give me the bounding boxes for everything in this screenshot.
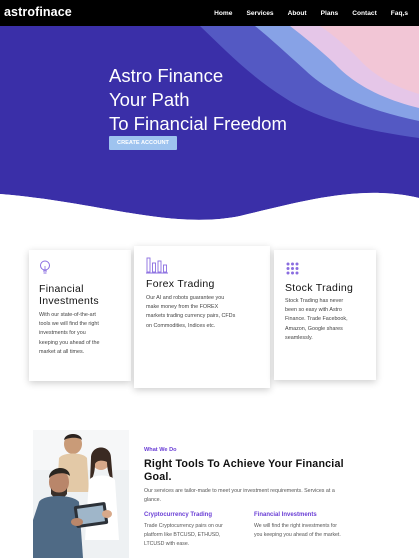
- card-title: Financial Investments: [39, 283, 99, 307]
- card-title: Stock Trading: [285, 282, 353, 294]
- section-desc-line-2: glance.: [144, 497, 162, 503]
- hero-headline-line-2: Your Path: [109, 89, 190, 110]
- service-title-investments: Financial Investments: [254, 512, 317, 518]
- card-title-line-2: Investments: [39, 295, 99, 307]
- card-text-line-5: market at all times.: [39, 348, 85, 355]
- nav-link-faqs[interactable]: Faq,s: [384, 10, 415, 17]
- section-description: Our services are tailor-made to meet you…: [144, 487, 384, 505]
- service-title-crypto: Cryptocurrency Trading: [144, 512, 213, 518]
- feature-card-stock-trading: Stock Trading Stock Trading has never be…: [274, 250, 376, 380]
- brand-logo[interactable]: astrofinace: [4, 5, 72, 19]
- service-text-line-3: LTCUSD with ease.: [144, 540, 190, 547]
- nav-link-services[interactable]: Services: [239, 10, 280, 17]
- card-text-line-2: tools we will find the right: [39, 321, 99, 328]
- card-text-line-1: With our state-of-the-art: [39, 312, 96, 318]
- card-text-line-2: been so easy with Astro: [285, 307, 342, 314]
- card-title-line-1: Forex Trading: [146, 278, 215, 290]
- card-text-line-5: seamlessly.: [285, 334, 313, 341]
- nav-link-plans[interactable]: Plans: [314, 10, 346, 17]
- card-text-line-4: keeping you ahead of the: [39, 339, 100, 346]
- card-title-line-1: Stock Trading: [285, 282, 354, 294]
- card-text-line-4: on Commodities, Indices etc.: [146, 322, 216, 329]
- top-navbar: astrofinace Home Services About Plans Co…: [0, 0, 419, 26]
- hero-banner: Astro Finance Your Path To Financial Fre…: [0, 26, 419, 220]
- card-text-line-3: markets trading currency pairs, CFDs: [146, 313, 236, 320]
- service-text-line-1: We will find the right investments for: [254, 523, 337, 529]
- card-text-line-3: Finance. Trade Facebook,: [285, 316, 348, 323]
- create-account-button[interactable]: CREATE ACCOUNT: [109, 136, 177, 150]
- card-text-line-1: Our AI and robots guarantee you: [146, 295, 225, 301]
- card-description: Stock Trading has never been so easy wit…: [285, 297, 348, 343]
- card-text-line-2: make money from the FOREX: [146, 304, 219, 311]
- feature-card-forex-trading: Forex Trading Our AI and robots guarante…: [134, 246, 270, 388]
- bar-chart-icon: [146, 257, 168, 274]
- hero-headline-line-3: To Financial Freedom: [109, 113, 287, 134]
- section-desc-line-1: Our services are tailor-made to meet you…: [144, 488, 335, 494]
- nav-links: Home Services About Plans Contact Faq,s: [207, 0, 415, 26]
- grid-dots-icon: [286, 262, 299, 275]
- team-photo: [33, 430, 129, 558]
- service-text-investments: We will find the right investments for y…: [254, 522, 341, 540]
- service-text-crypto: Trade Cryptocurrency pairs on our platfo…: [144, 522, 223, 548]
- card-title-line-1: Financial: [39, 283, 84, 295]
- feature-card-financial-investments: Financial Investments With our state-of-…: [29, 250, 131, 381]
- card-text-line-3: investments for you: [39, 330, 86, 337]
- card-title: Forex Trading: [146, 278, 215, 290]
- nav-link-about[interactable]: About: [281, 10, 314, 17]
- card-text-line-1: Stock Trading has never: [285, 298, 344, 304]
- service-text-line-2: you keeping you ahead of the market.: [254, 531, 341, 538]
- service-text-line-1: Trade Cryptocurrency pairs on our: [144, 523, 223, 529]
- section-kicker: What We Do: [144, 447, 177, 453]
- lightbulb-icon: [40, 260, 50, 274]
- people-with-tablet-illustration: [33, 430, 129, 558]
- section-title-line-1: Right Tools To Achieve Your Financial: [144, 458, 344, 470]
- card-text-line-4: Amazon, Google shares: [285, 325, 343, 332]
- card-description: Our AI and robots guarantee you make mon…: [146, 294, 235, 331]
- section-title: Right Tools To Achieve Your Financial Go…: [144, 458, 374, 484]
- nav-link-home[interactable]: Home: [207, 10, 239, 17]
- hero-headline-line-1: Astro Finance: [109, 65, 224, 86]
- section-title-line-2: Goal.: [144, 471, 172, 483]
- card-description: With our state-of-the-art tools we will …: [39, 311, 100, 357]
- nav-link-contact[interactable]: Contact: [345, 10, 384, 17]
- hero-headline: Astro Finance Your Path To Financial Fre…: [109, 64, 287, 136]
- service-text-line-2: platform like BTCUSD, ETHUSD,: [144, 531, 221, 538]
